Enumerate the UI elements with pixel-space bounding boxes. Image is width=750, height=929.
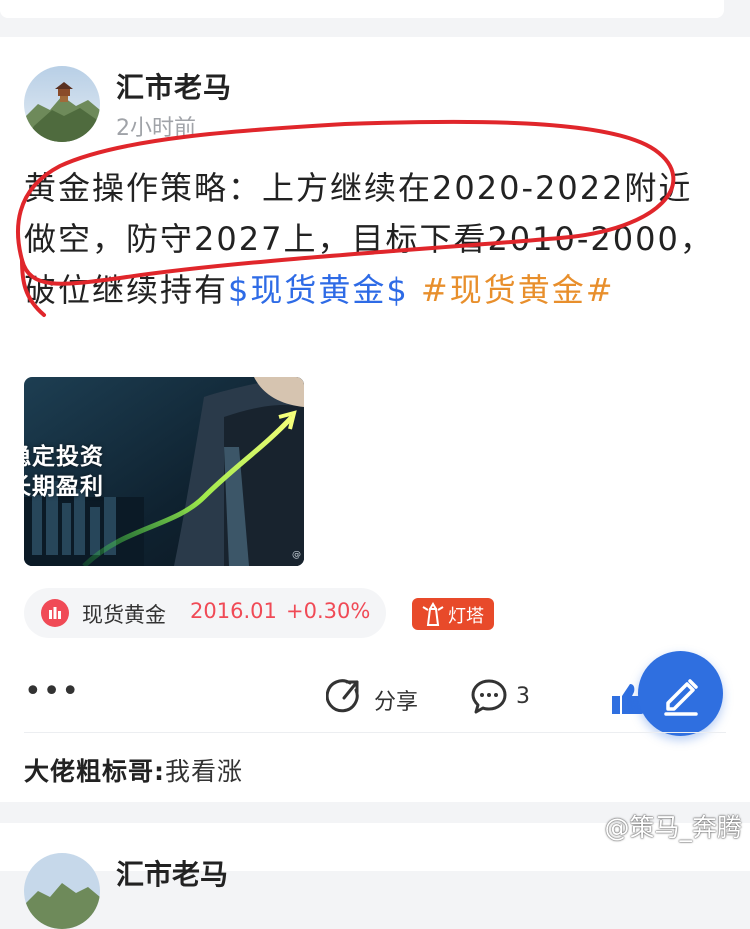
quote-change: +0.30%	[286, 599, 371, 623]
lighthouse-tag[interactable]: 灯塔	[412, 598, 494, 630]
mountain-avatar-image	[24, 66, 100, 142]
comment-button[interactable]: 3	[470, 678, 530, 718]
stock-link[interactable]: $现货黄金$	[228, 271, 409, 309]
author-avatar[interactable]	[24, 66, 100, 142]
divider	[24, 732, 726, 733]
quote-price: 2016.01	[190, 599, 277, 623]
image-caption-line1: 稳定投资	[24, 444, 104, 470]
share-label: 分享	[374, 690, 419, 715]
comment-bubble-icon	[471, 679, 507, 714]
watermark: @策马_奔腾	[604, 813, 742, 842]
image-caption-line2: 长期盈利	[24, 474, 104, 500]
comment-author[interactable]: 大佬粗标哥:	[24, 757, 165, 786]
previous-post-card-edge	[0, 0, 724, 18]
hashtag-link[interactable]: #现货黄金#	[409, 271, 615, 309]
more-options-button[interactable]: •••	[24, 677, 80, 707]
stock-quote-chip[interactable]: 现货黄金 2016.01 +0.30%	[24, 588, 386, 638]
post-image[interactable]: @ 稳定投资 长期盈利	[24, 377, 304, 566]
next-author-name[interactable]: 汇市老马	[116, 853, 228, 893]
comment-text: 我看涨	[165, 757, 244, 786]
post-body: 黄金操作策略：上方继续在2020-2022附近做空，防守2027上，目标下看20…	[24, 163, 714, 316]
tag-label: 灯塔	[448, 606, 484, 627]
lighthouse-icon	[422, 602, 444, 626]
pencil-icon	[664, 679, 698, 716]
image-caption: 稳定投资 长期盈利	[24, 442, 104, 502]
comment-preview[interactable]: 大佬粗标哥:我看涨	[24, 752, 243, 788]
bar-chart-icon	[41, 599, 69, 627]
author-name[interactable]: 汇市老马	[116, 66, 232, 106]
share-button[interactable]: 分享	[325, 678, 418, 718]
comment-count: 3	[516, 684, 530, 709]
image-corner-mark: @	[292, 550, 301, 560]
next-author-avatar[interactable]	[24, 853, 100, 929]
share-arrow-icon	[325, 679, 359, 713]
compose-button[interactable]	[638, 651, 723, 736]
quote-name: 现货黄金	[82, 603, 166, 627]
mountain-avatar-image	[24, 853, 100, 929]
post-time: 2小时前	[116, 116, 196, 141]
